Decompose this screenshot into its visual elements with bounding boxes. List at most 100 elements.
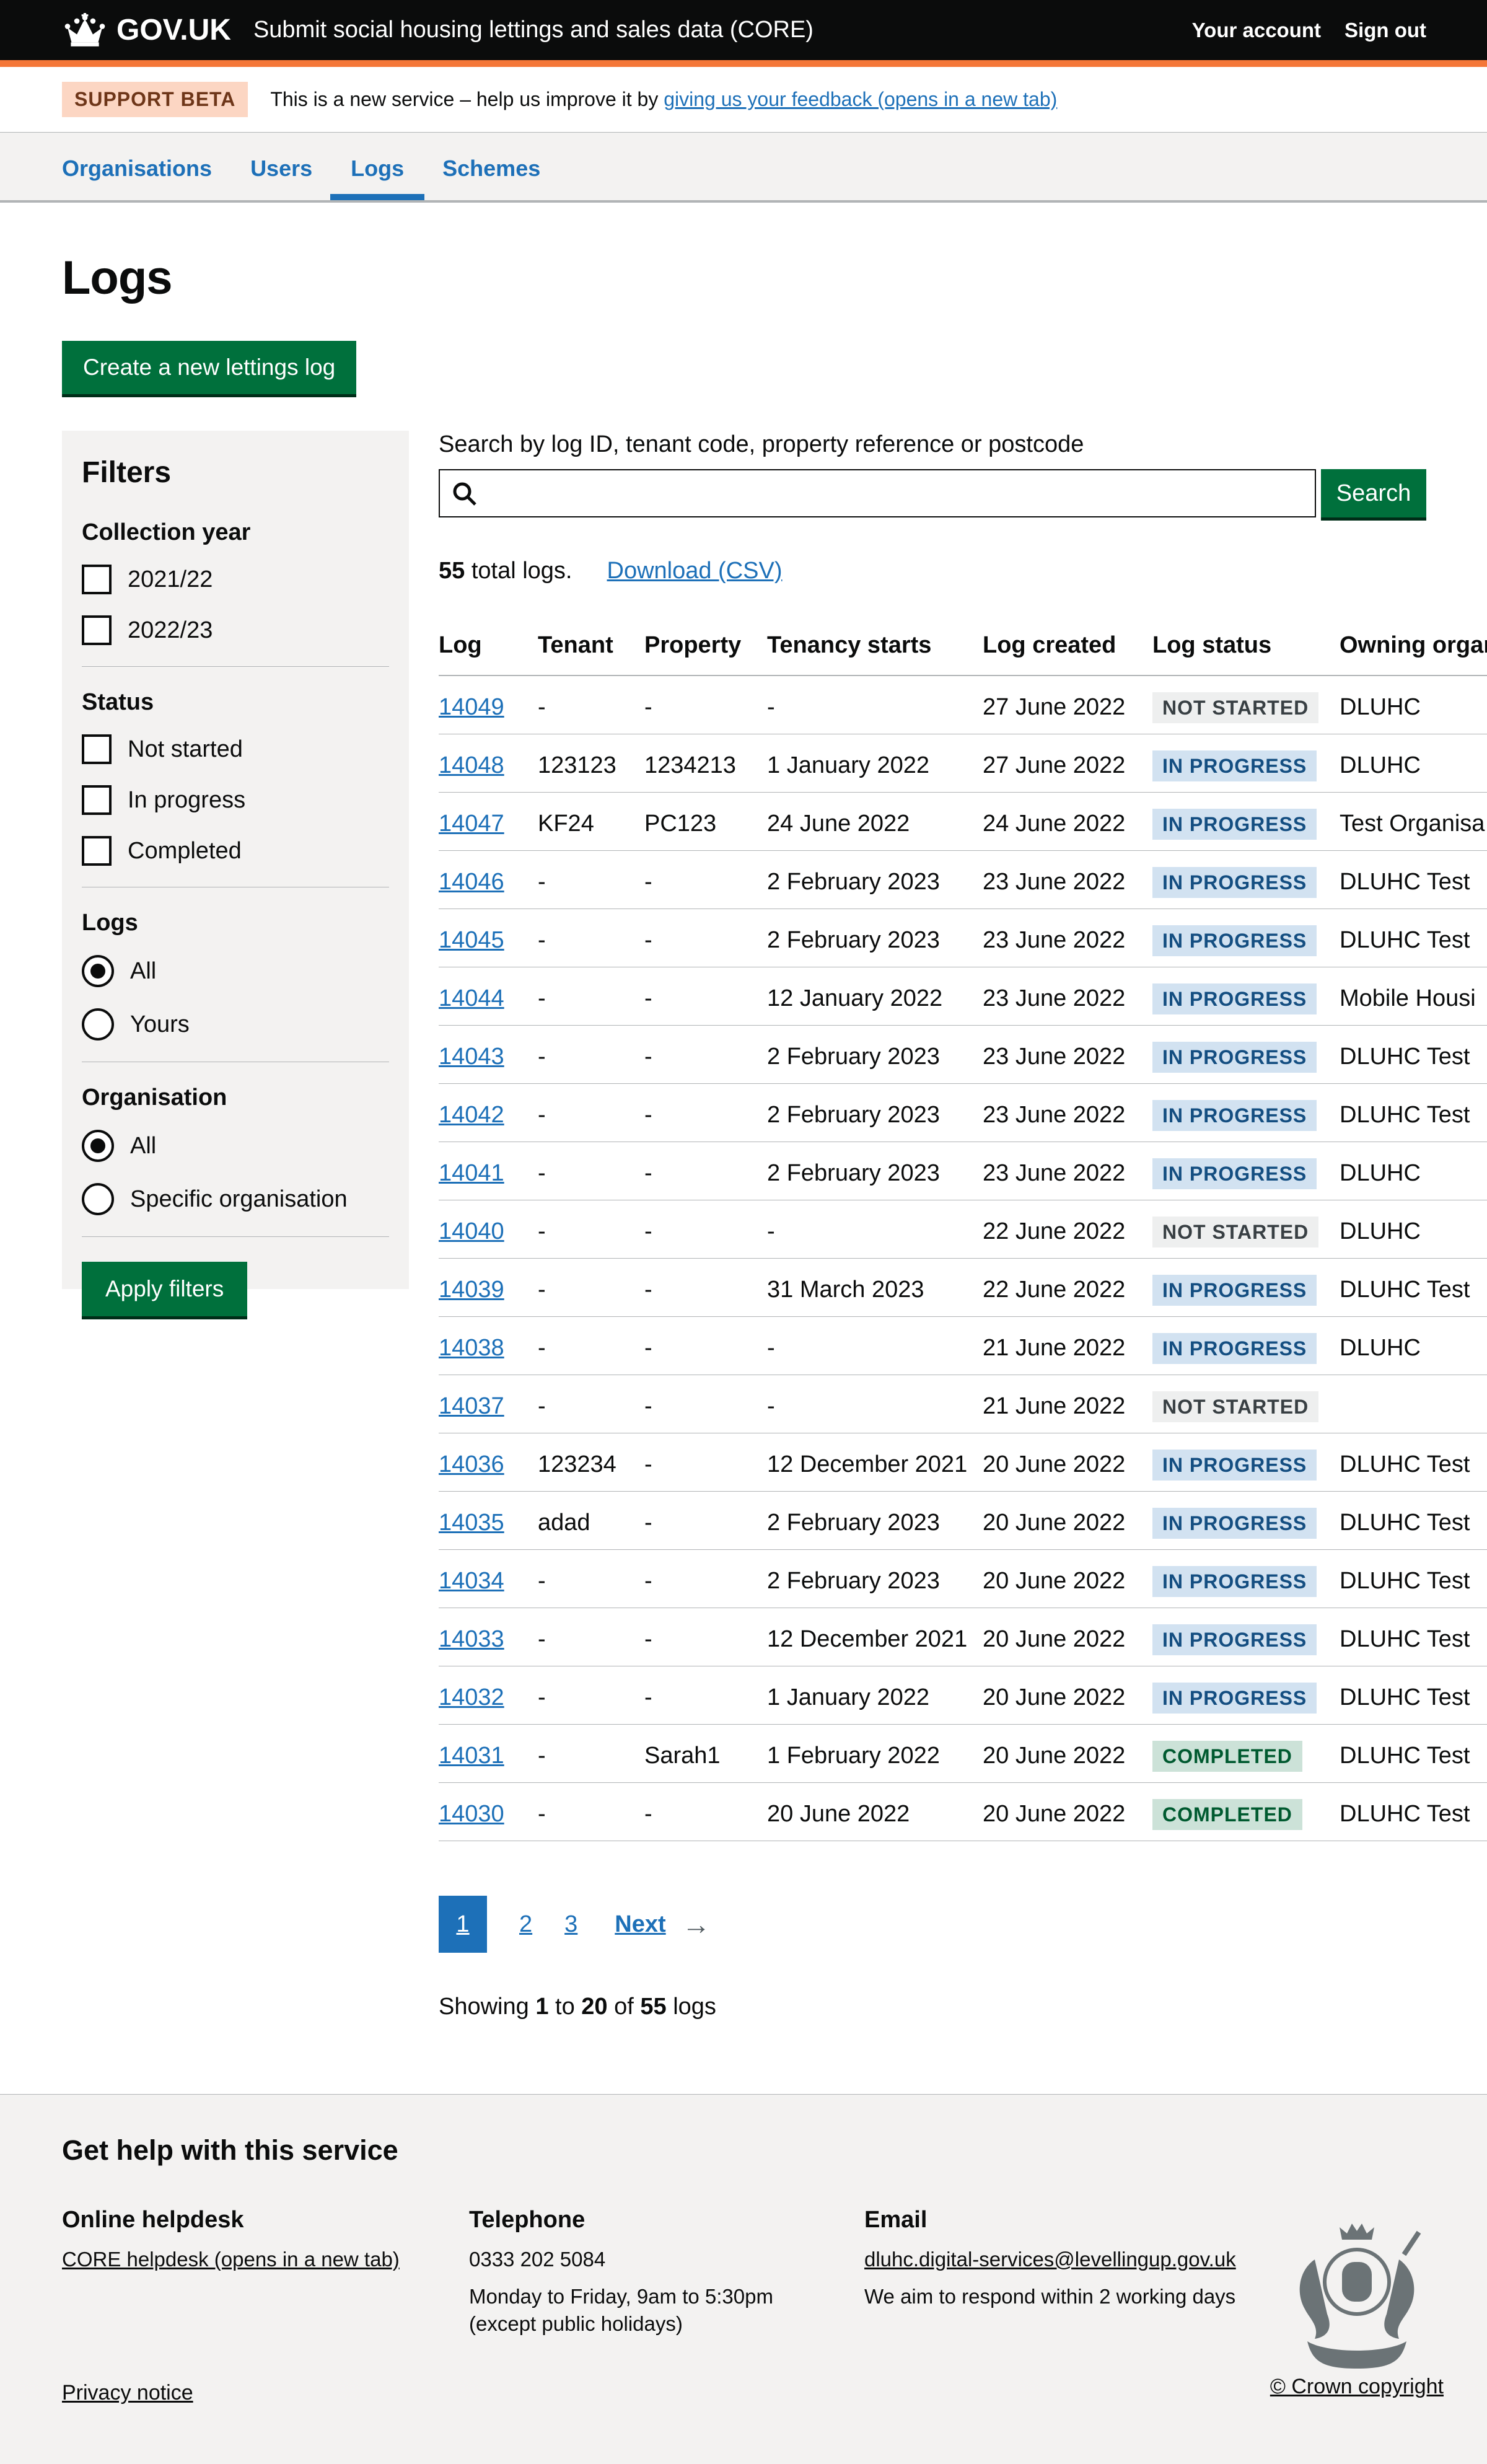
column-header-tenancy-starts: Tenancy starts [767,631,983,675]
core-helpdesk-link[interactable]: CORE helpdesk (opens in a new tab) [62,2248,400,2271]
feedback-link[interactable]: giving us your feedback (opens in a new … [664,88,1057,110]
radio-yours[interactable] [82,1008,114,1041]
search-button[interactable]: Search [1321,469,1426,517]
cell-property: - [644,1393,767,1420]
cell-log-created: 23 June 2022 [983,985,1152,1012]
cell-owning-organisation: DLUHC Test [1340,1509,1487,1536]
table-row: 14045--2 February 202323 June 2022IN PRO… [439,909,1487,967]
cell-log-created: 27 June 2022 [983,752,1152,779]
table-row: 14031-Sarah11 February 202220 June 2022C… [439,1725,1487,1783]
radio-all[interactable] [82,955,114,987]
cell-log-status: IN PROGRESS [1152,810,1340,840]
your-account-link[interactable]: Your account [1192,19,1321,42]
filter-divider [82,1236,389,1237]
pagination-pages: 23 [487,1911,577,1938]
checkbox-in-progress[interactable] [82,785,112,815]
nav-link-users[interactable]: Users [250,156,312,200]
pagination-next-arrow-icon[interactable]: → [682,1907,711,1941]
crown-copyright-link[interactable]: © Crown copyright [1270,2375,1444,2398]
log-id-link[interactable]: 14048 [439,752,504,778]
log-id-link[interactable]: 14041 [439,1160,504,1186]
cell-log-created: 21 June 2022 [983,1334,1152,1362]
sign-out-link[interactable]: Sign out [1344,19,1426,42]
status-badge: IN PROGRESS [1152,925,1317,956]
cell-property: PC123 [644,810,767,837]
log-id-link[interactable]: 14043 [439,1044,504,1070]
pagination-page-3[interactable]: 3 [564,1911,577,1937]
cell-tenant: - [538,1742,644,1769]
nav-link-logs[interactable]: Logs [330,156,424,200]
log-id-link[interactable]: 14040 [439,1218,504,1244]
search-input[interactable] [483,470,1307,516]
log-id-link[interactable]: 14039 [439,1277,504,1303]
nav-link-schemes[interactable]: Schemes [442,156,540,200]
status-badge: IN PROGRESS [1152,809,1317,840]
radio-specific-organisation[interactable] [82,1183,114,1215]
cell-log-id: 14033 [439,1626,538,1653]
log-id-link[interactable]: 14030 [439,1801,504,1827]
log-id-link[interactable]: 14035 [439,1510,504,1536]
cell-log-created: 23 June 2022 [983,926,1152,954]
checkbox-not-started[interactable] [82,734,112,764]
checkbox-2022-23[interactable] [82,615,112,645]
log-id-link[interactable]: 14042 [439,1102,504,1128]
download-csv-link[interactable]: Download (CSV) [607,558,783,584]
log-id-link[interactable]: 14047 [439,811,504,837]
pagination-current-page[interactable]: 1 [439,1896,487,1953]
log-id-link[interactable]: 14034 [439,1568,504,1594]
column-header-tenant: Tenant [538,631,644,675]
cell-log-created: 23 June 2022 [983,868,1152,895]
showing-summary: Showing 1 to 20 of 55 logs [439,1994,1487,2020]
log-id-link[interactable]: 14032 [439,1684,504,1710]
footer-col-helpdesk: Online helpdesk CORE helpdesk (opens in … [62,2206,434,2272]
filters-panel: Filters Collection year2021/222022/23Sta… [62,431,409,1289]
filter-option-label: Specific organisation [130,1186,348,1213]
status-badge: IN PROGRESS [1152,1566,1317,1597]
email-link[interactable]: dluhc.digital-services@levellingup.gov.u… [864,2248,1236,2271]
cell-log-created: 23 June 2022 [983,1159,1152,1187]
cell-log-id: 14047 [439,810,538,837]
cell-log-id: 14034 [439,1567,538,1595]
cell-log-status: NOT STARTED [1152,693,1340,723]
filter-groups: Collection year2021/222022/23StatusNot s… [82,519,389,1237]
privacy-notice-link[interactable]: Privacy notice [62,2381,193,2405]
cell-property: - [644,1684,767,1711]
checkbox-completed[interactable] [82,836,112,866]
cell-tenant: - [538,1626,644,1653]
pagination-page-2[interactable]: 2 [519,1911,532,1937]
cell-log-id: 14040 [439,1218,538,1245]
log-id-link[interactable]: 14038 [439,1335,504,1361]
log-id-link[interactable]: 14045 [439,927,504,953]
status-badge: COMPLETED [1152,1741,1302,1772]
log-id-link[interactable]: 14037 [439,1393,504,1419]
log-id-link[interactable]: 14031 [439,1743,504,1769]
nav-link-organisations[interactable]: Organisations [62,156,212,200]
log-id-link[interactable]: 14044 [439,985,504,1011]
cell-property: 1234213 [644,752,767,779]
service-name[interactable]: Submit social housing lettings and sales… [253,17,814,43]
cell-tenancy-starts: - [767,1393,983,1420]
cell-tenancy-starts: 2 February 2023 [767,1043,983,1070]
showing-from: 1 [535,1994,548,2020]
apply-filters-button[interactable]: Apply filters [82,1262,247,1316]
cell-tenancy-starts: 1 February 2022 [767,1742,983,1769]
pagination-next-link[interactable]: Next [615,1911,665,1938]
cell-log-status: IN PROGRESS [1152,1567,1340,1597]
govuk-logotype[interactable]: GOV.UK [116,13,231,47]
telephone-number: 0333 202 5084 [469,2247,816,2272]
telephone-hours: Monday to Friday, 9am to 5:30pm(except p… [469,2283,816,2338]
log-id-link[interactable]: 14046 [439,869,504,895]
log-id-link[interactable]: 14033 [439,1626,504,1652]
filter-option-label: 2021/22 [128,566,213,593]
cell-owning-organisation: DLUHC Test [1340,1742,1487,1769]
log-id-link[interactable]: 14036 [439,1451,504,1477]
nav-item-organisations: Organisations [62,156,212,200]
log-id-link[interactable]: 14049 [439,694,504,720]
cell-property: - [644,1101,767,1129]
filter-option-not-started: Not started [82,734,389,764]
cell-log-id: 14049 [439,693,538,721]
crown-icon [62,13,108,48]
create-lettings-log-button[interactable]: Create a new lettings log [62,341,356,394]
checkbox-2021-22[interactable] [82,565,112,594]
radio-all[interactable] [82,1130,114,1162]
